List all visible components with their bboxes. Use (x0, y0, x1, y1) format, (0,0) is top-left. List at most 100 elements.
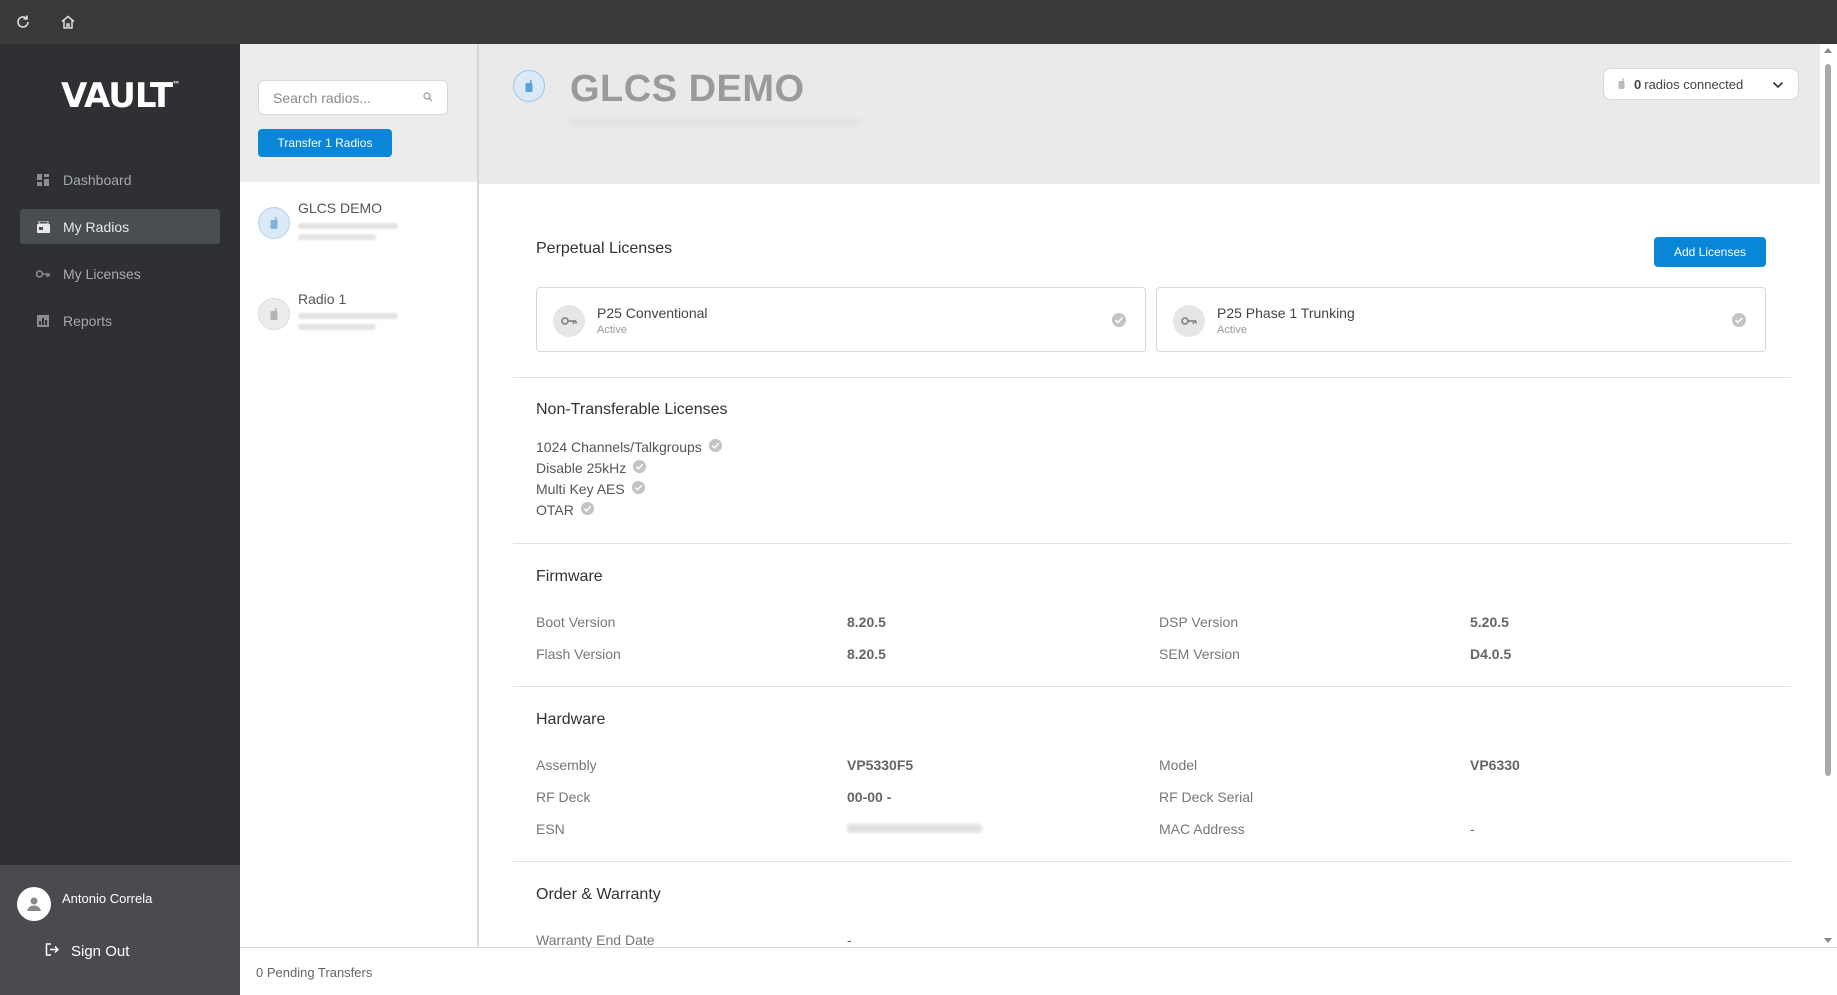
browser-toolbar (0, 0, 1837, 44)
sidebar-item-label: Dashboard (63, 171, 132, 188)
verified-check-icon (1731, 312, 1747, 333)
scroll-up-icon[interactable] (1824, 48, 1832, 53)
add-licenses-button[interactable]: Add Licenses (1654, 237, 1766, 267)
radio-device-icon (1618, 77, 1625, 92)
redacted-domain (298, 234, 376, 240)
list-item: Disable 25kHz (536, 457, 723, 478)
redacted-subtitle (570, 118, 860, 126)
esn-label: ESN (536, 821, 565, 837)
radio-detail: GLCS DEMO 0 radios connected Perpetual L… (479, 44, 1820, 947)
list-item: OTAR (536, 499, 723, 520)
user-panel: Antonio Correla Sign Out (0, 865, 240, 995)
sem-version-value: D4.0.5 (1470, 646, 1512, 662)
flash-version-value: 8.20.5 (847, 646, 886, 662)
main-scrollbar[interactable] (1820, 44, 1837, 947)
pending-transfers[interactable]: 0 Pending Transfers (256, 965, 372, 980)
section-divider (513, 686, 1791, 687)
scrollbar-thumb[interactable] (1825, 64, 1831, 776)
radio-list-header: Transfer 1 Radios (240, 44, 477, 182)
reports-icon (36, 314, 50, 328)
radio-list-item-glcs-demo[interactable]: GLCS DEMO (258, 200, 468, 260)
license-status: Active (1217, 324, 1247, 336)
hardware-title: Hardware (536, 711, 606, 728)
dsp-version-value: 5.20.5 (1470, 614, 1509, 630)
warranty-end-value: - (847, 932, 852, 947)
radio-icon (36, 220, 50, 234)
license-name: P25 Phase 1 Trunking (1217, 305, 1355, 321)
license-card-p25-conventional[interactable]: P25 Conventional Active (536, 287, 1146, 352)
sidebar-item-label: My Radios (63, 218, 130, 235)
mac-address-value: - (1470, 821, 1475, 837)
footer-bar: 0 Pending Transfers (240, 947, 1837, 995)
page-title: GLCS DEMO (570, 68, 805, 110)
flash-version-label: Flash Version (536, 646, 621, 662)
radio-list-panel: Transfer 1 Radios GLCS DEMO Radio 1 (240, 44, 479, 947)
key-icon (553, 305, 585, 337)
rf-deck-label: RF Deck (536, 789, 591, 805)
license-name: P25 Conventional (597, 305, 708, 321)
verified-check-icon (1111, 312, 1127, 333)
perpetual-licenses-title: Perpetual Licenses (536, 240, 673, 257)
sign-out-icon (45, 943, 60, 960)
boot-version-value: 8.20.5 (847, 614, 886, 630)
section-divider (513, 543, 1791, 544)
warranty-end-label: Warranty End Date (536, 932, 655, 947)
avatar[interactable] (17, 887, 51, 921)
sidebar-item-dashboard[interactable]: Dashboard (20, 162, 220, 197)
sidebar-item-label: Reports (63, 312, 113, 329)
sign-out-button[interactable]: Sign Out (45, 943, 129, 960)
sidebar-item-reports[interactable]: Reports (20, 303, 220, 338)
search-box[interactable] (258, 80, 448, 115)
verified-check-icon (708, 438, 723, 456)
mac-address-label: MAC Address (1159, 821, 1245, 837)
firmware-title: Firmware (536, 568, 603, 585)
key-icon (36, 267, 50, 281)
order-warranty-title: Order & Warranty (536, 886, 661, 903)
radio-detail-header: GLCS DEMO 0 radios connected (479, 44, 1820, 184)
rf-deck-serial-label: RF Deck Serial (1159, 789, 1254, 805)
connected-count: 0 (1634, 76, 1642, 92)
rf-deck-value: 00-00 - (847, 789, 892, 805)
radio-list-item-radio-1[interactable]: Radio 1 (258, 291, 468, 351)
list-item: Multi Key AES (536, 478, 723, 499)
scroll-down-icon[interactable] (1824, 938, 1832, 943)
reload-icon[interactable] (12, 11, 34, 33)
non-transferable-list: 1024 Channels/Talkgroups Disable 25kHz M… (536, 436, 723, 520)
license-status: Active (597, 324, 627, 336)
section-divider (513, 377, 1791, 378)
dashboard-icon (36, 173, 50, 187)
radio-name: Radio 1 (298, 291, 347, 307)
verified-check-icon (631, 480, 646, 498)
assembly-value: VP5330F5 (847, 757, 914, 773)
chevron-down-icon (1772, 77, 1784, 92)
radio-name: GLCS DEMO (298, 200, 383, 216)
model-label: Model (1159, 757, 1198, 773)
transfer-radios-button[interactable]: Transfer 1 Radios (258, 129, 392, 157)
radios-connected-dropdown[interactable]: 0 radios connected (1603, 68, 1799, 100)
boot-version-label: Boot Version (536, 614, 616, 630)
list-item: 1024 Channels/Talkgroups (536, 436, 723, 457)
sidebar-nav: Dashboard My Radios My Licenses Reports (20, 162, 220, 350)
redacted-serial (298, 223, 398, 229)
redacted-esn-value (847, 824, 982, 833)
assembly-label: Assembly (536, 757, 597, 773)
vault-logo[interactable]: VAULT™ (0, 76, 240, 116)
verified-check-icon (632, 459, 647, 477)
radio-device-icon (513, 70, 545, 102)
section-divider (513, 861, 1791, 862)
redacted-serial (298, 313, 398, 319)
sidebar: VAULT™ Dashboard My Radios My Licenses R… (0, 44, 240, 995)
model-value: VP6330 (1470, 757, 1520, 773)
sidebar-item-label: My Licenses (63, 265, 141, 282)
sidebar-item-my-radios[interactable]: My Radios (20, 209, 220, 244)
sign-out-label: Sign Out (71, 943, 130, 960)
radio-device-icon (258, 207, 290, 239)
redacted-domain (298, 324, 376, 330)
license-card-p25-phase1-trunking[interactable]: P25 Phase 1 Trunking Active (1156, 287, 1766, 352)
verified-check-icon (580, 501, 595, 519)
user-name: Antonio Correla (62, 891, 153, 906)
key-icon (1173, 305, 1205, 337)
home-icon[interactable] (57, 11, 79, 33)
sidebar-item-my-licenses[interactable]: My Licenses (20, 256, 220, 291)
search-input[interactable] (273, 89, 403, 106)
